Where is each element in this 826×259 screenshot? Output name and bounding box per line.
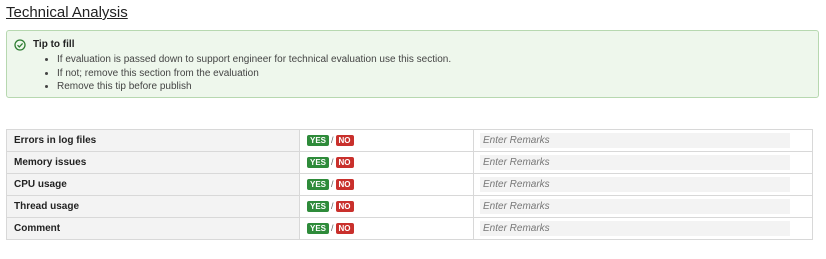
separator: / (331, 135, 334, 146)
no-button[interactable]: NO (335, 178, 354, 190)
no-button[interactable]: NO (335, 134, 354, 146)
table-row: Thread usage YES / NO (6, 195, 813, 218)
yes-button[interactable]: YES (307, 178, 330, 190)
remarks-input[interactable] (480, 155, 790, 170)
remarks-input[interactable] (480, 199, 790, 214)
remark-cell (473, 195, 813, 218)
tip-item: Remove this tip before publish (57, 80, 451, 94)
tip-item: If evaluation is passed down to support … (57, 53, 451, 67)
row-label: Comment (6, 217, 300, 240)
table-row: Comment YES / NO (6, 217, 813, 240)
page-title: Technical Analysis (6, 4, 128, 21)
yes-button[interactable]: YES (307, 222, 330, 234)
yes-no-cell: YES / NO (299, 217, 474, 240)
yes-button[interactable]: YES (307, 200, 330, 212)
no-button[interactable]: NO (335, 222, 354, 234)
yes-no-cell: YES / NO (299, 151, 474, 174)
yes-no-cell: YES / NO (299, 129, 474, 152)
remarks-input[interactable] (480, 221, 790, 236)
row-label: Errors in log files (6, 129, 300, 152)
yes-no-cell: YES / NO (299, 173, 474, 196)
evaluation-table: Errors in log files YES/NO Memory issues… (6, 129, 813, 240)
yes-no-cell: YES / NO (299, 195, 474, 218)
remarks-input[interactable] (480, 177, 790, 192)
yes-button[interactable]: YES (307, 134, 330, 146)
tip-box: Tip to fill If evaluation is passed down… (6, 30, 819, 98)
separator: / (331, 223, 334, 234)
separator: / (331, 201, 334, 212)
table-row: CPU usage YES / NO (6, 173, 813, 196)
row-label: CPU usage (6, 173, 300, 196)
check-circle-icon (14, 39, 26, 51)
no-button[interactable]: NO (335, 200, 354, 212)
remark-cell (473, 173, 813, 196)
remarks-input[interactable] (480, 133, 790, 148)
remark-cell (473, 217, 813, 240)
remark-cell (473, 151, 813, 174)
row-label: Memory issues (6, 151, 300, 174)
tip-item: If not; remove this section from the eva… (57, 67, 451, 81)
tip-title: Tip to fill (33, 39, 75, 50)
table-row: Errors in log files YES / NO (6, 129, 813, 152)
tip-list: If evaluation is passed down to support … (43, 53, 451, 94)
separator: / (331, 157, 334, 168)
row-label: Thread usage (6, 195, 300, 218)
separator: / (331, 179, 334, 190)
remark-cell (473, 129, 813, 152)
yes-button[interactable]: YES (307, 156, 330, 168)
no-button[interactable]: NO (335, 156, 354, 168)
table-row: Memory issues YES / NO (6, 151, 813, 174)
